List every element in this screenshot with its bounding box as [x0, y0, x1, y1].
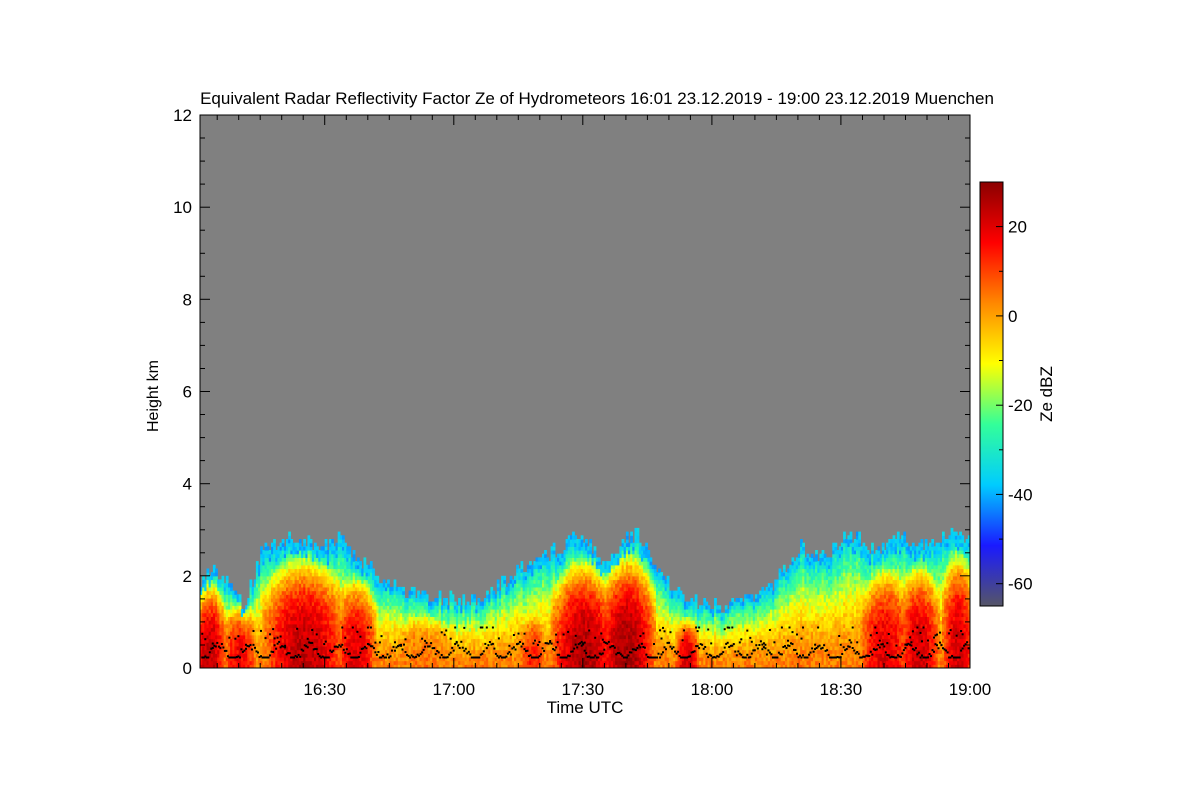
x-tick-label: 18:00: [691, 680, 734, 699]
reflectivity-echoes: [200, 527, 970, 668]
y-tick-label: 0: [183, 659, 192, 678]
colorbar-tick-label: 0: [1008, 307, 1017, 326]
x-axis-label: Time UTC: [547, 698, 624, 717]
y-tick-label: 2: [183, 567, 192, 586]
chart-title: Equivalent Radar Reflectivity Factor Ze …: [200, 89, 994, 108]
y-tick-label: 12: [173, 106, 192, 125]
x-tick-label: 16:30: [303, 680, 346, 699]
y-tick-label: 8: [183, 290, 192, 309]
x-tick-label: 17:00: [433, 680, 476, 699]
y-tick-label: 4: [183, 475, 192, 494]
radar-figure: Equivalent Radar Reflectivity Factor Ze …: [145, 89, 1056, 717]
colorbar-label: Ze dBZ: [1037, 366, 1056, 422]
colorbar-gradient: [979, 181, 1004, 607]
y-tick-label: 10: [173, 198, 192, 217]
colorbar-tick-label: -40: [1008, 485, 1033, 504]
colorbar-tick-label: -20: [1008, 396, 1033, 415]
colorbar-tick-label: 20: [1008, 218, 1027, 237]
colorbar: 20 0 -20 -40 -60 Ze dBZ: [979, 181, 1056, 607]
x-tick-label: 18:30: [820, 680, 863, 699]
colorbar-tick-label: -60: [1008, 575, 1033, 594]
x-tick-label: 19:00: [949, 680, 992, 699]
y-axis-label: Height km: [145, 360, 162, 432]
plot-area: [199, 114, 971, 669]
x-tick-label: 17:30: [562, 680, 605, 699]
y-tick-label: 6: [183, 383, 192, 402]
